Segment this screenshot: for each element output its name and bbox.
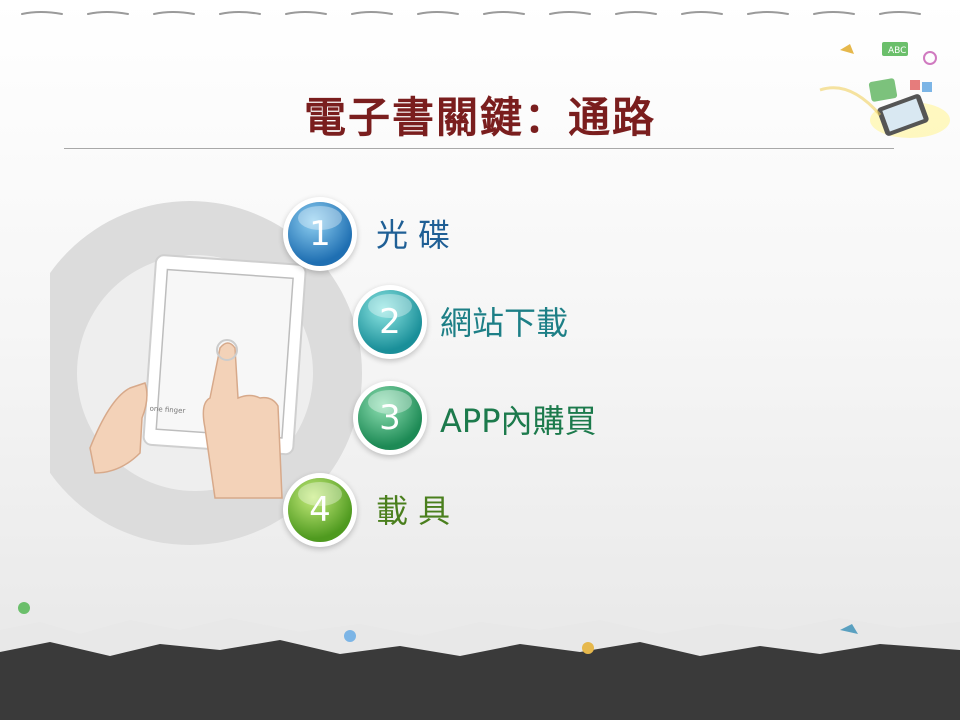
item-2-number: 2	[379, 302, 401, 342]
item-3-label: APP內購買	[440, 402, 597, 440]
svg-text:ABC: ABC	[888, 46, 906, 56]
item-4-number: 4	[309, 490, 331, 530]
torn-paper-footer	[0, 602, 960, 720]
title-divider	[64, 148, 894, 149]
item-4-number-badge: 4	[288, 478, 352, 542]
item-1-number-badge: 1	[288, 202, 352, 266]
item-3-number-badge: 3	[358, 386, 422, 450]
item-3-number: 3	[379, 398, 401, 438]
item-1-number: 1	[309, 214, 331, 254]
item-1-label: 光 碟	[376, 216, 451, 254]
slide-title: 電子書關鍵：通路	[303, 93, 656, 142]
item-4-label: 載 具	[376, 492, 451, 530]
item-2-number-badge: 2	[358, 290, 422, 354]
item-2-label: 網站下載	[440, 304, 569, 342]
